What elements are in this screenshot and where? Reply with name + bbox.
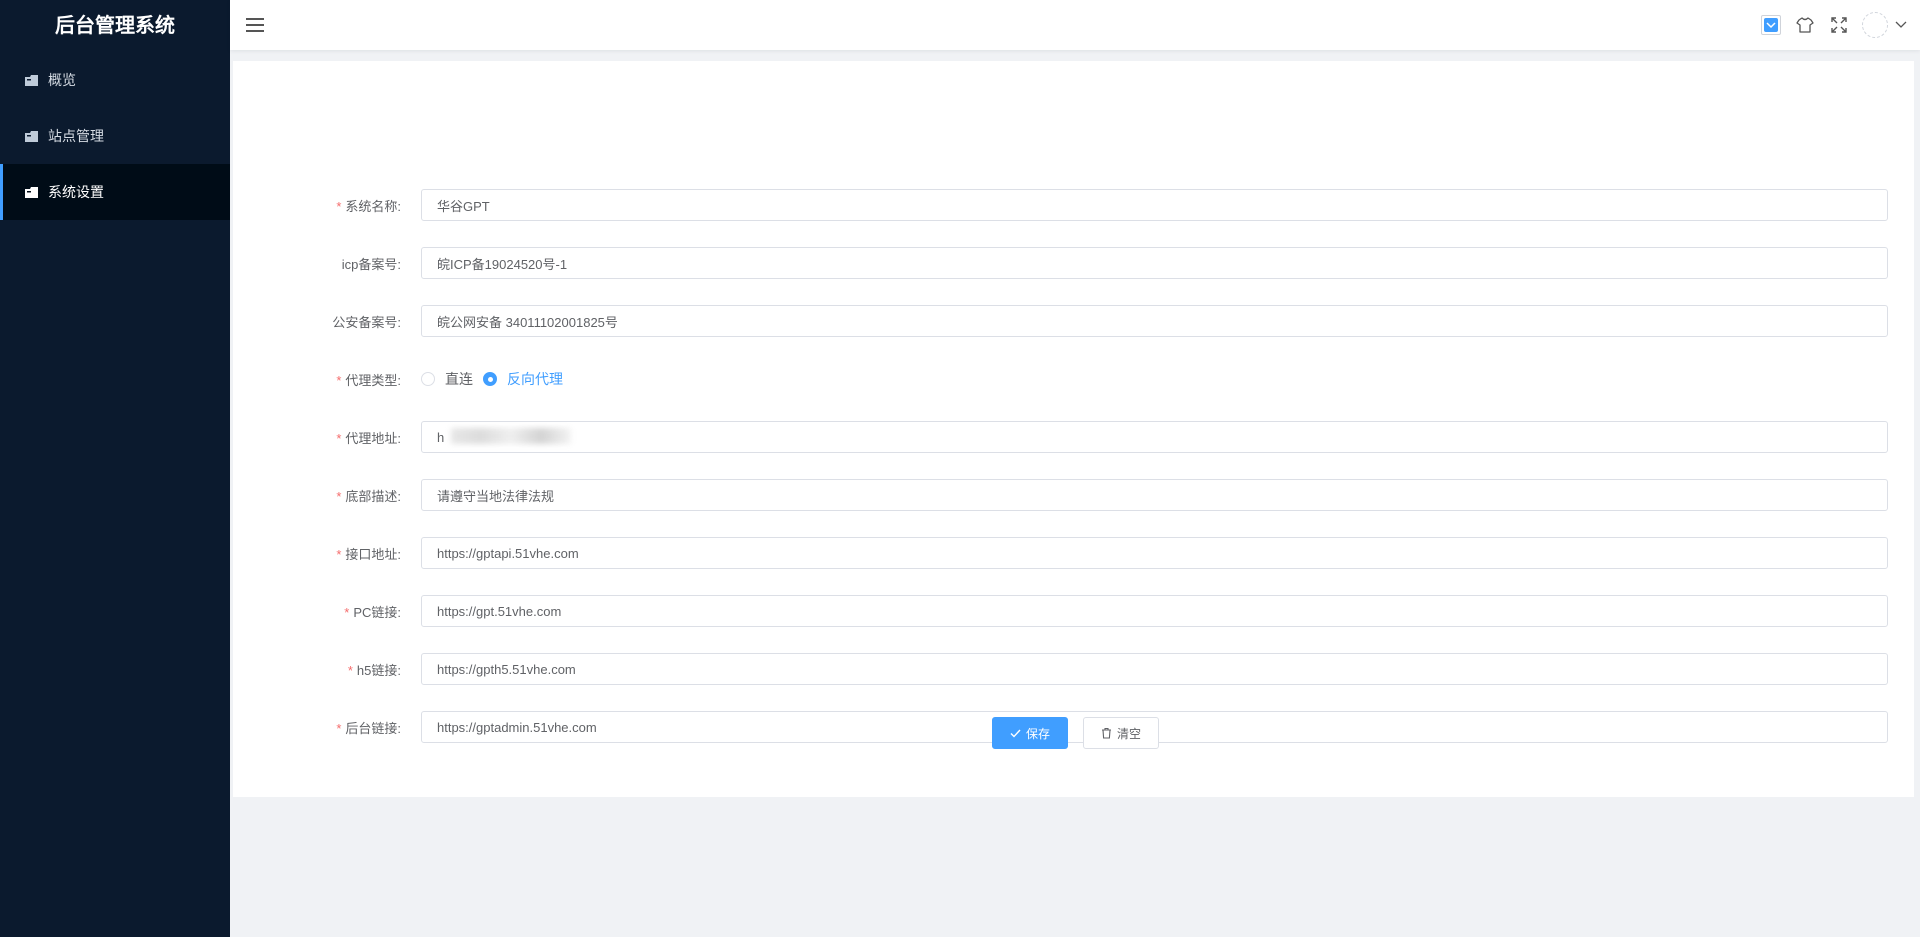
field-label: * 底部描述: (336, 488, 401, 504)
form-row-icp: icp备案号: (233, 246, 1914, 280)
field-label: * 后台链接: (336, 720, 401, 736)
radio-reverse-proxy[interactable]: 反向代理 (483, 369, 563, 389)
proxy-type-radio-group: 直连 反向代理 (421, 369, 573, 389)
proxy-address-input[interactable] (421, 421, 1888, 453)
system-name-input[interactable] (421, 189, 1888, 221)
sidebar-item-label: 概览 (48, 72, 76, 88)
h5-link-input[interactable] (421, 653, 1888, 685)
field-label: icp备案号: (341, 256, 401, 272)
fullscreen-icon[interactable] (1828, 14, 1850, 36)
checkbox-icon[interactable] (1760, 14, 1782, 36)
footer-desc-input[interactable] (421, 479, 1888, 511)
police-record-input[interactable] (421, 305, 1888, 337)
check-icon (1010, 729, 1021, 738)
hamburger-icon[interactable] (246, 13, 270, 37)
api-url-input[interactable] (421, 537, 1888, 569)
folder-icon (24, 73, 40, 87)
field-label: * 代理类型: (336, 372, 401, 388)
radio-direct[interactable]: 直连 (421, 369, 473, 389)
clear-button[interactable]: 清空 (1083, 717, 1159, 749)
radio-circle-icon (421, 372, 435, 386)
sidebar-item-label: 站点管理 (48, 128, 104, 144)
form-row-h5-link: * h5链接: (233, 652, 1914, 686)
redaction-blur (451, 428, 571, 444)
sidebar-item-overview[interactable]: 概览 (0, 52, 230, 108)
field-label: * PC链接: (344, 604, 401, 620)
chevron-down-icon[interactable] (1894, 14, 1908, 36)
folder-icon (24, 129, 40, 143)
avatar[interactable] (1862, 12, 1888, 38)
save-button[interactable]: 保存 (992, 717, 1068, 749)
settings-card: *系统名称: icp备案号: 公安备案号: *代理类型: 直连 反向代理 (233, 61, 1914, 797)
form-row-admin-link: * 后台链接: (233, 710, 1914, 744)
form-row-footer-desc: * 底部描述: (233, 478, 1914, 512)
form-row-system-name: * 系统名称: (233, 188, 1914, 222)
field-label: * 系统名称: (336, 198, 401, 214)
radio-checked-icon (483, 372, 497, 386)
tshirt-icon[interactable] (1794, 14, 1816, 36)
form-row-api-url: * 接口地址: (233, 536, 1914, 570)
icp-input[interactable] (421, 247, 1888, 279)
trash-icon (1101, 727, 1111, 739)
field-label: * h5链接: (347, 662, 401, 678)
field-label: * 代理地址: (336, 430, 401, 446)
form-row-police-record: 公安备案号: (233, 304, 1914, 338)
form-row-proxy-type: * 代理类型: 直连 反向代理 (233, 362, 1914, 396)
sidebar-item-settings[interactable]: 系统设置 (0, 164, 230, 220)
sidebar: 后台管理系统 概览 站点管理 系统设置 (0, 0, 230, 937)
app-title: 后台管理系统 (55, 15, 175, 37)
sidebar-item-sites[interactable]: 站点管理 (0, 108, 230, 164)
form-row-proxy-address: * 代理地址: (233, 420, 1914, 454)
form-row-pc-link: * PC链接: (233, 594, 1914, 628)
field-label: 公安备案号: (332, 314, 401, 330)
top-navbar (230, 0, 1920, 50)
sidebar-item-label: 系统设置 (48, 184, 104, 200)
field-label: * 接口地址: (336, 546, 401, 562)
header-actions (1760, 12, 1920, 38)
proxy-address-wrapper (421, 421, 1888, 453)
folder-icon (24, 185, 40, 199)
pc-link-input[interactable] (421, 595, 1888, 627)
